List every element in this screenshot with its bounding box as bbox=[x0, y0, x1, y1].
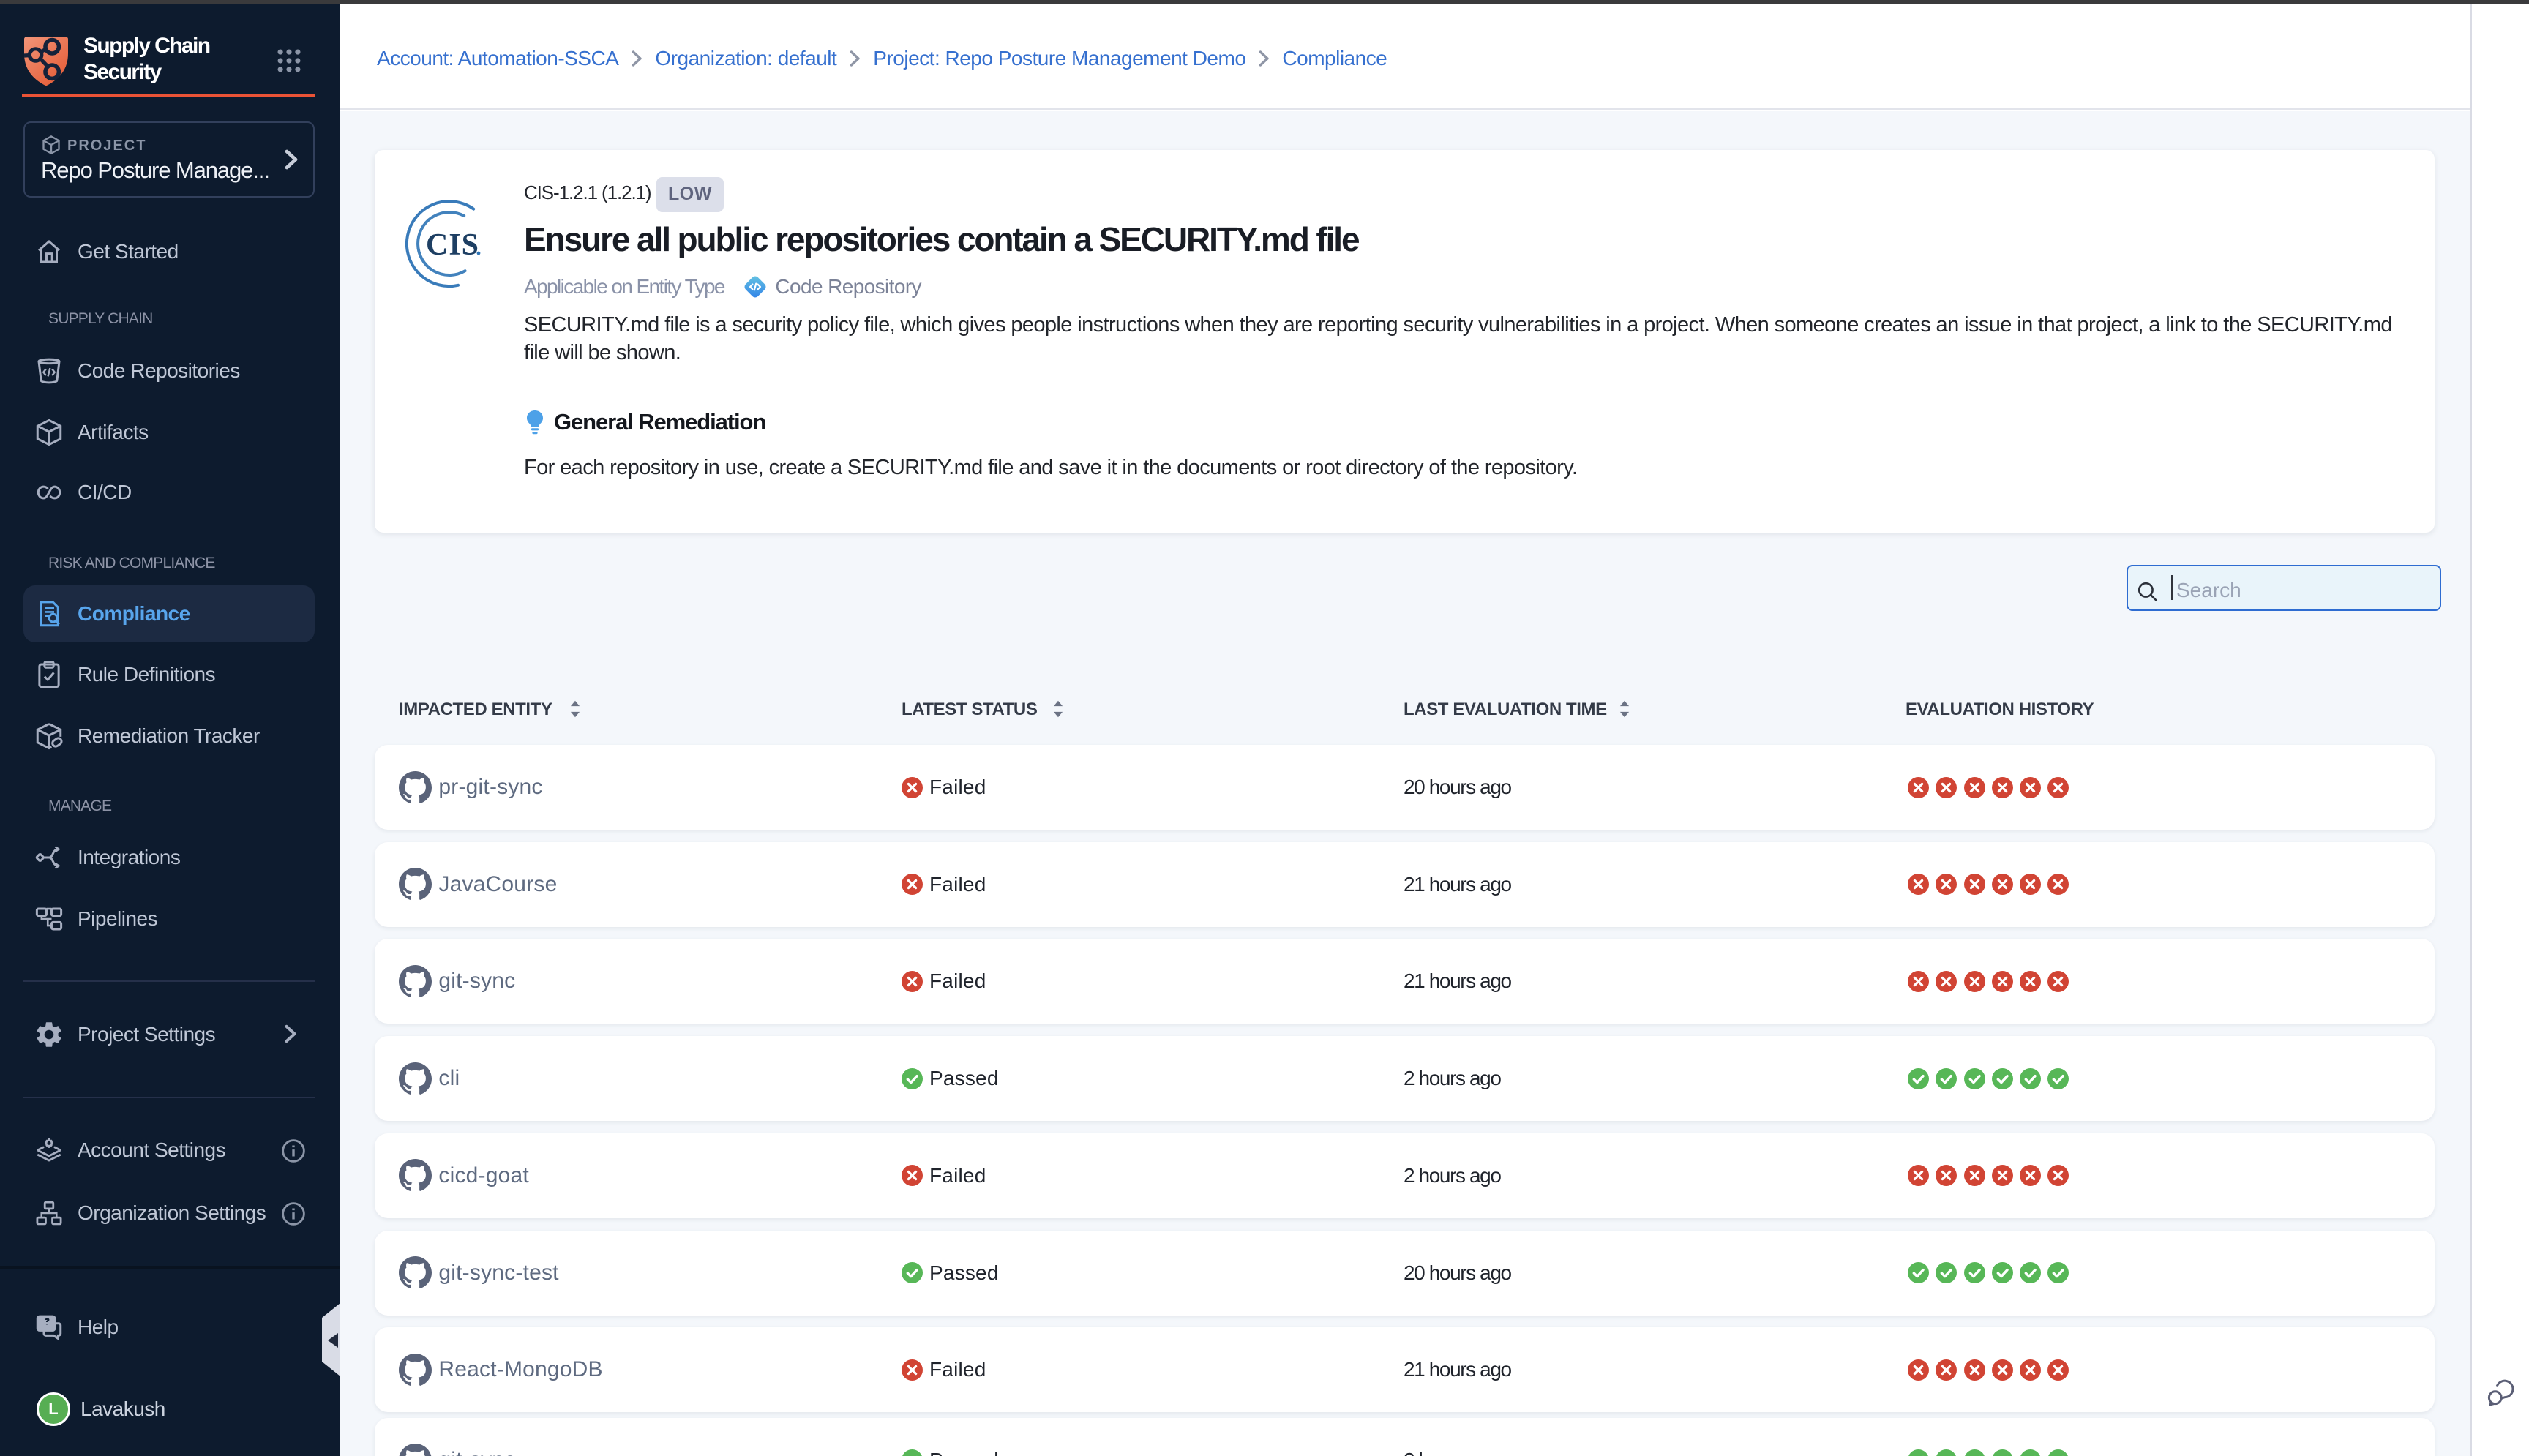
svg-text:CIS: CIS bbox=[426, 228, 479, 262]
